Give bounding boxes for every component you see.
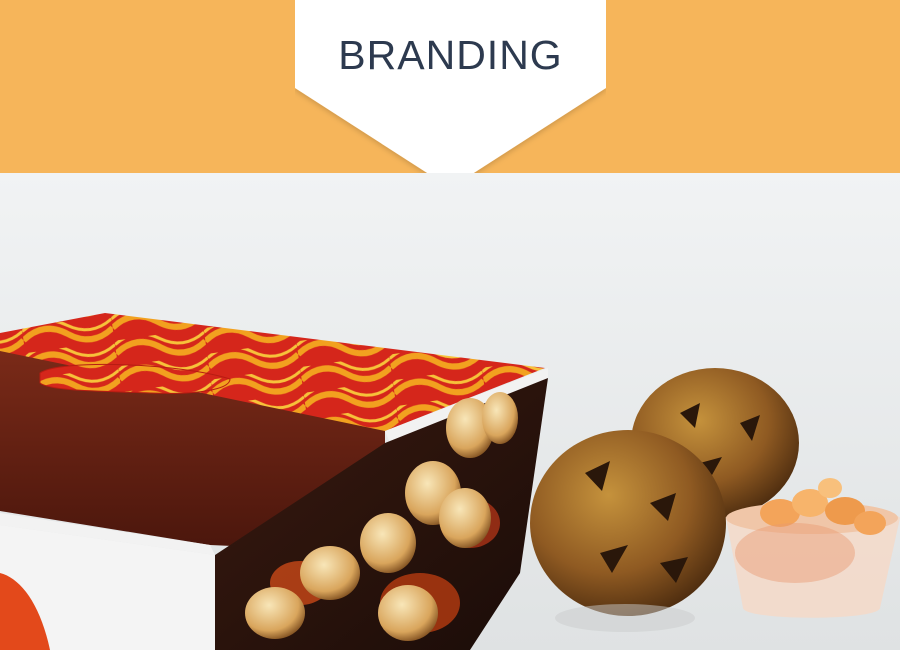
section-title: BRANDING (338, 32, 563, 78)
badge-shape (295, 0, 606, 188)
section-badge: BRANDING (295, 0, 606, 191)
hero-photo (0, 173, 900, 650)
badge-fill (295, 0, 606, 188)
food-photo-icon (0, 173, 900, 650)
